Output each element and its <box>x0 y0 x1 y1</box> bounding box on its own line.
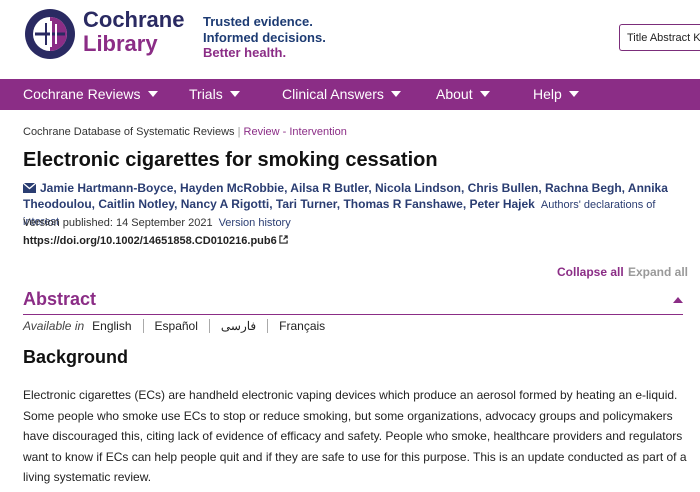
caret-down-icon <box>390 91 401 98</box>
search-scope-select[interactable]: Title Abstract Keyword <box>619 24 700 51</box>
version-published: Version published: 14 September 2021 <box>23 217 213 229</box>
nav-item-label: Trials <box>189 86 223 102</box>
language-spanish[interactable]: Español <box>142 319 209 333</box>
background-paragraph: Electronic cigarettes (ECs) are handheld… <box>23 388 687 484</box>
caret-up-icon[interactable] <box>673 297 683 303</box>
envelope-icon[interactable] <box>23 183 36 193</box>
language-selector: Available in English Español فارسی Franç… <box>23 319 336 333</box>
brand-line-1: Cochrane <box>83 7 185 32</box>
nav-item-label: Cochrane Reviews <box>23 86 141 102</box>
cochrane-logo-icon[interactable] <box>23 7 77 61</box>
nav-item-help[interactable]: Help <box>533 79 579 110</box>
page-title: Electronic cigarettes for smoking cessat… <box>23 149 438 171</box>
abstract-divider <box>23 314 683 315</box>
caret-down-icon <box>479 91 490 98</box>
main-nav: Cochrane Reviews Trials Clinical Answers… <box>0 79 700 110</box>
breadcrumb: Cochrane Database of Systematic Reviews … <box>23 126 347 138</box>
expand-all-button[interactable]: Expand all <box>628 265 688 279</box>
tagline-line-2: Informed decisions. <box>203 29 326 45</box>
external-link-icon <box>279 235 288 244</box>
tagline: Trusted evidence. Informed decisions. Be… <box>203 14 326 61</box>
nav-item-label: Clinical Answers <box>282 86 384 102</box>
background-heading: Background <box>23 347 129 367</box>
nav-item-clinical-answers[interactable]: Clinical Answers <box>282 79 401 110</box>
collapse-all-button[interactable]: Collapse all <box>557 265 624 279</box>
breadcrumb-database[interactable]: Cochrane Database of Systematic Reviews <box>23 126 235 138</box>
brand-line-2: Library <box>83 31 158 56</box>
site-header: Cochrane Library Trusted evidence. Infor… <box>0 0 700 78</box>
nav-item-about[interactable]: About <box>436 79 490 110</box>
version-info: Version published: 14 September 2021 Vers… <box>23 217 291 229</box>
caret-down-icon <box>568 91 579 98</box>
doi-link[interactable]: https://doi.org/10.1002/14651858.CD01021… <box>23 235 288 247</box>
language-persian[interactable]: فارسی <box>208 319 267 333</box>
abstract-heading[interactable]: Abstract <box>23 289 96 310</box>
brand-wordmark[interactable]: Cochrane Library <box>83 8 184 56</box>
nav-item-cochrane-reviews[interactable]: Cochrane Reviews <box>23 79 158 110</box>
available-in-label: Available in <box>23 319 85 333</box>
breadcrumb-review-type[interactable]: Review - Intervention <box>244 126 347 138</box>
language-french[interactable]: Français <box>267 319 336 333</box>
nav-item-label: About <box>436 86 473 102</box>
language-english[interactable]: English <box>92 319 142 333</box>
version-history-link[interactable]: Version history <box>219 217 291 229</box>
nav-item-trials[interactable]: Trials <box>189 79 240 110</box>
breadcrumb-separator: | <box>237 126 241 138</box>
doi-text[interactable]: https://doi.org/10.1002/14651858.CD01021… <box>23 235 277 247</box>
tagline-line-3: Better health. <box>203 45 287 60</box>
tagline-line-1: Trusted evidence. <box>203 14 313 29</box>
nav-item-label: Help <box>533 86 562 102</box>
caret-down-icon <box>147 91 158 98</box>
caret-down-icon <box>229 91 240 98</box>
